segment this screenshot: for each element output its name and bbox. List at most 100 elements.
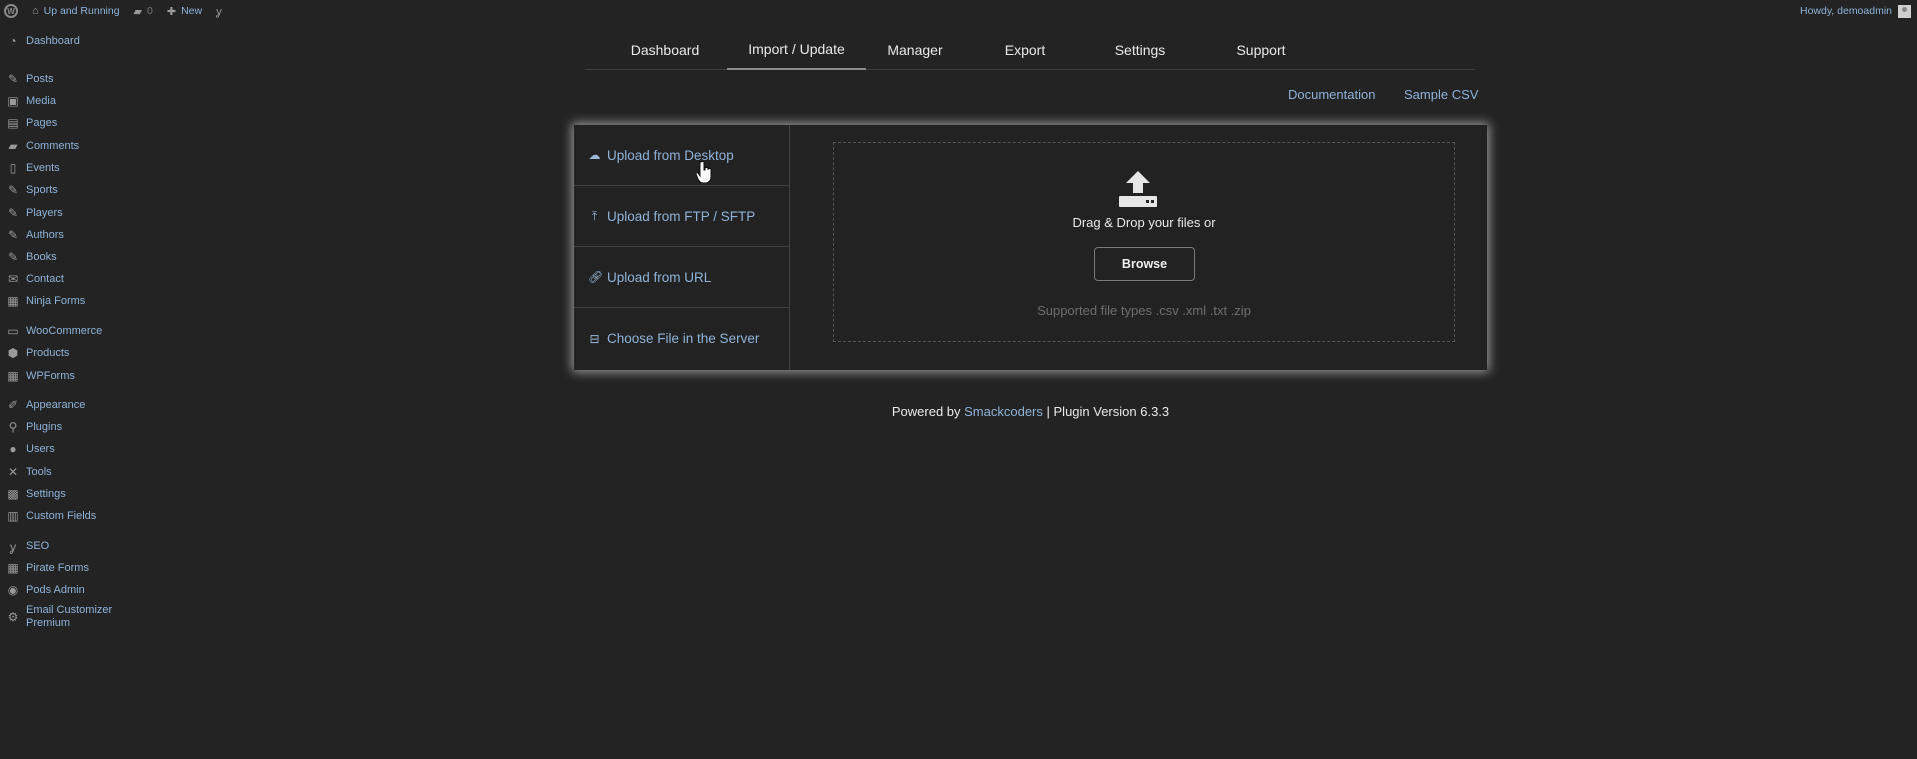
home-icon: ⌂ (32, 5, 39, 17)
media-icon: ▣ (7, 94, 19, 108)
tab-dashboard[interactable]: Dashboard (610, 30, 720, 70)
upload-from-ftp-option[interactable]: ⤒ Upload from FTP / SFTP (574, 186, 790, 247)
sidebar-item-label: Plugins (26, 420, 63, 433)
tab-manager[interactable]: Manager (866, 30, 964, 70)
sidebar-item-label: Comments (26, 139, 80, 152)
upload-tray-icon (1119, 171, 1157, 207)
sidebar-item-appearance[interactable]: ✐ Appearance (0, 394, 160, 416)
sidebar-item-events[interactable]: ▯ Events (0, 157, 160, 179)
box-icon: ⬢ (7, 346, 19, 360)
sidebar-item-label: Books (26, 250, 57, 263)
mail-icon: ✉ (7, 272, 19, 286)
sidebar-item-posts[interactable]: ✎ Posts (0, 68, 160, 90)
my-account[interactable]: Howdy, demoadmin (1800, 0, 1911, 22)
upload-from-desktop-option[interactable]: ☁ Upload from Desktop (574, 125, 790, 186)
file-dropzone[interactable]: Drag & Drop your files or Browse Support… (833, 142, 1455, 342)
sidebar-item-pages[interactable]: ▤ Pages (0, 112, 160, 134)
sidebar-item-media[interactable]: ▣ Media (0, 90, 160, 112)
sidebar-item-label: SEO (26, 539, 50, 552)
sidebar-item-label: Posts (26, 72, 54, 85)
sidebar-item-label: Pirate Forms (26, 561, 89, 574)
sidebar-item-ninja-forms[interactable]: ▦ Ninja Forms (0, 290, 160, 312)
pods-icon: ◉ (7, 583, 19, 597)
yoast-menu[interactable]: ỿ (216, 4, 222, 19)
sidebar-item-wpforms[interactable]: ▦ WPForms (0, 365, 160, 387)
upload-option-label: Upload from Desktop (607, 147, 734, 163)
sidebar-item-users[interactable]: ● Users (0, 438, 160, 460)
pin-icon: ✎ (7, 183, 19, 197)
sidebar-item-books[interactable]: ✎ Books (0, 246, 160, 268)
form-icon: ▦ (7, 369, 19, 383)
documentation-link[interactable]: Documentation (1288, 87, 1375, 102)
pages-icon: ▤ (7, 116, 19, 130)
sidebar-item-custom-fields[interactable]: ▥ Custom Fields (0, 505, 160, 527)
sidebar-item-sports[interactable]: ✎ Sports (0, 179, 160, 201)
sidebar-item-label: Ninja Forms (26, 294, 86, 307)
new-label: New (181, 5, 203, 17)
site-name: Up and Running (43, 5, 120, 17)
sidebar-item-label: WooCommerce (26, 324, 103, 337)
sidebar-item-plugins[interactable]: ⚲ Plugins (0, 416, 160, 438)
sidebar-item-label: Pods Admin (26, 583, 85, 596)
pin-icon: ✎ (7, 228, 19, 242)
sidebar-item-settings[interactable]: ▩ Settings (0, 483, 160, 505)
pin-icon: ✎ (7, 250, 19, 264)
tab-import-update[interactable]: Import / Update (727, 30, 866, 70)
sidebar-item-seo[interactable]: ỿ SEO (0, 535, 160, 557)
sidebar-item-authors[interactable]: ✎ Authors (0, 224, 160, 246)
dashboard-icon: ◔ (9, 34, 17, 48)
brush-icon: ✐ (7, 398, 19, 412)
sidebar-item-label: Settings (26, 487, 66, 500)
plugin-tabs: Dashboard Import / Update Manager Export Set… (585, 30, 1475, 70)
upload-from-url-option[interactable]: 🔗︎ Upload from URL (574, 247, 790, 308)
smackcoders-link[interactable]: Smackcoders (964, 404, 1043, 419)
new-content-link[interactable]: ✚ New (167, 5, 202, 18)
server-icon: ⊟ (589, 331, 600, 346)
admin-sidebar: ◔ Dashboard ✎ Posts ▣ Media ▤ Pages ▰ Comments ▯ Ev… (0, 22, 160, 759)
sample-csv-link[interactable]: Sample CSV (1404, 87, 1478, 102)
sidebar-item-label: Appearance (26, 398, 86, 411)
sidebar-item-label: Products (26, 346, 70, 359)
sidebar-item-label: WPForms (26, 369, 75, 382)
sidebar-item-woocommerce[interactable]: ▭ WooCommerce (0, 320, 160, 342)
choose-server-file-option[interactable]: ⊟ Choose File in the Server (574, 308, 790, 369)
pin-icon: ✎ (7, 72, 19, 86)
sidebar-item-dashboard[interactable]: ◔ Dashboard (0, 30, 160, 52)
woo-icon: ▭ (7, 324, 19, 338)
dropzone-text: Drag & Drop your files or (1072, 215, 1216, 230)
avatar (1898, 4, 1911, 18)
site-name-link[interactable]: ⌂ Up and Running (32, 5, 120, 17)
sidebar-item-pirate-forms[interactable]: ▦ Pirate Forms (0, 557, 160, 579)
wordpress-logo-icon[interactable]: W (4, 4, 18, 18)
events-icon: ▯ (9, 161, 17, 175)
sidebar-item-label: Events (26, 161, 60, 174)
sidebar-item-contact[interactable]: ✉ Contact (0, 268, 160, 290)
yoast-icon: ỿ (9, 539, 17, 554)
comments-link[interactable]: ▰ 0 (134, 5, 153, 18)
sidebar-item-pods-admin[interactable]: ◉ Pods Admin (0, 579, 160, 601)
yoast-icon: ỿ (216, 5, 222, 18)
comments-count: 0 (147, 5, 153, 17)
sidebar-item-email-customizer-premium[interactable]: ⚙ Email Customizer Premium (0, 601, 160, 633)
settings-icon: ▩ (7, 487, 19, 501)
fields-icon: ▥ (7, 509, 19, 523)
sidebar-item-tools[interactable]: ✕ Tools (0, 461, 160, 483)
gear-icon: ⚙ (7, 610, 19, 624)
upload-option-label: Choose File in the Server (607, 331, 760, 346)
powered-by-text: Powered by (891, 404, 961, 419)
sidebar-item-comments[interactable]: ▰ Comments (0, 135, 160, 157)
plugin-version-text: | Plugin Version 6.3.3 (1046, 404, 1170, 419)
plugin-icon: ⚲ (8, 420, 18, 434)
tab-export[interactable]: Export (980, 30, 1070, 70)
comment-icon: ▰ (133, 5, 143, 18)
sidebar-item-players[interactable]: ✎ Players (0, 202, 160, 224)
browse-button[interactable]: Browse (1094, 247, 1195, 281)
sidebar-item-label: Users (26, 442, 55, 455)
upload-icon: ⤒ (591, 208, 598, 223)
sidebar-item-label: Email Customizer Premium (26, 604, 113, 629)
tab-support[interactable]: Support (1211, 30, 1311, 70)
wrench-icon: ✕ (7, 465, 19, 479)
tab-settings[interactable]: Settings (1095, 30, 1185, 70)
comment-icon: ▰ (8, 139, 18, 153)
sidebar-item-products[interactable]: ⬢ Products (0, 342, 160, 364)
